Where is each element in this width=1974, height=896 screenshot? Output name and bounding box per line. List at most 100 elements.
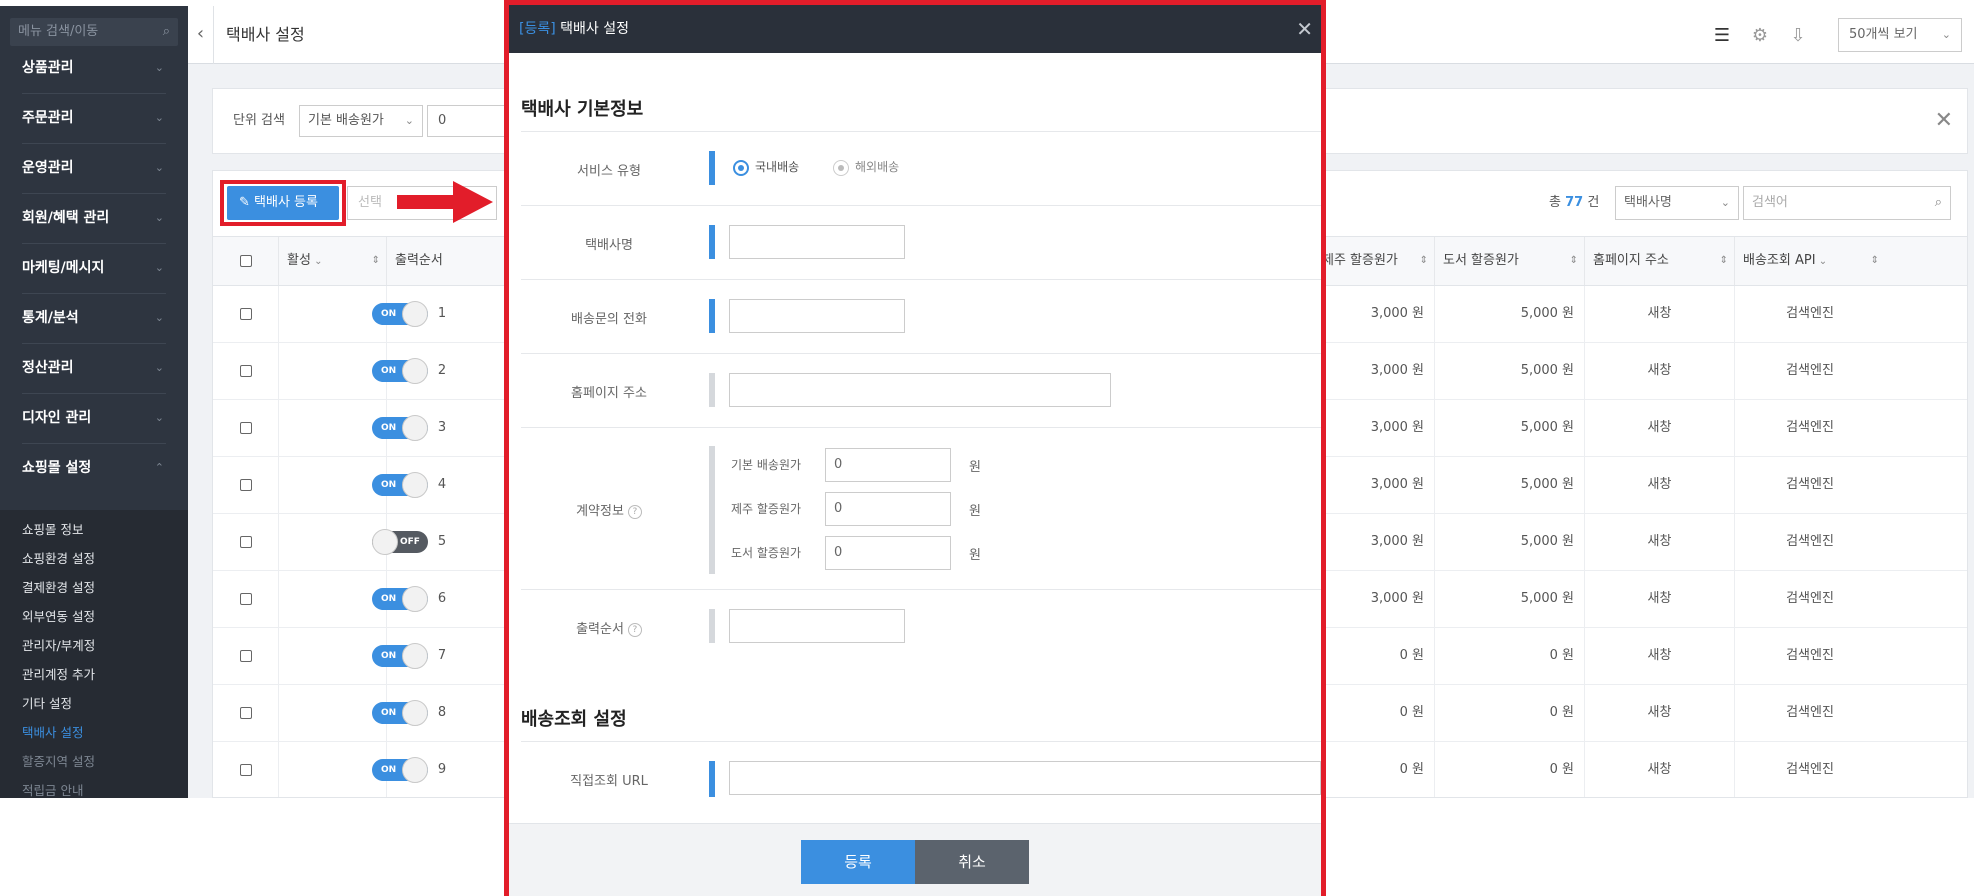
modal-header: [등록] 택배사 설정 ✕ bbox=[509, 5, 1321, 53]
sidebar-item-label: 쇼핑몰 설정 bbox=[22, 460, 92, 476]
contract-jeju-input[interactable]: 0 bbox=[825, 492, 951, 526]
sidebar-item-operations[interactable]: 운영관리 ⌄ bbox=[0, 143, 188, 193]
required-marker bbox=[709, 761, 715, 797]
row-homepage: 홈페이지 주소 bbox=[521, 353, 1321, 427]
phone-input[interactable] bbox=[729, 299, 905, 333]
sidebar-submenu: 쇼핑몰 정보 쇼핑환경 설정 결제환경 설정 외부연동 설정 관리자/부계정 관… bbox=[0, 510, 188, 798]
row-island-cost: 0 원 bbox=[1435, 742, 1585, 797]
sidebar-item-statistics[interactable]: 통계/분석 ⌄ bbox=[0, 293, 188, 343]
header-order[interactable]: 출력순서 bbox=[387, 237, 497, 285]
download-icon[interactable]: ⇩ bbox=[1788, 26, 1808, 46]
row-checkbox[interactable] bbox=[240, 308, 252, 320]
sidebar-item-marketing[interactable]: 마케팅/메시지 ⌄ bbox=[0, 243, 188, 293]
radio-checked-icon bbox=[733, 159, 749, 176]
row-jeju-cost: 3,000 원 bbox=[1313, 400, 1435, 456]
menu-search-input[interactable]: 메뉴 검색/이동 ⌕ bbox=[10, 18, 178, 46]
back-button[interactable]: ‹ bbox=[188, 6, 214, 64]
row-active-cell: ON bbox=[279, 343, 428, 399]
row-checkbox[interactable] bbox=[240, 536, 252, 548]
contract-base-input[interactable]: 0 bbox=[825, 448, 951, 482]
header-tracking[interactable]: 배송조회 API ⌄ ⇕ bbox=[1735, 237, 1885, 285]
header-active[interactable]: 활성 ⌄ ⇕ bbox=[279, 237, 387, 285]
chevron-down-icon: ⌄ bbox=[1720, 196, 1730, 209]
cancel-button[interactable]: 취소 bbox=[915, 840, 1029, 884]
sidebar-item-products[interactable]: 상품관리 ⌄ bbox=[0, 43, 188, 93]
submenu-add-account[interactable]: 관리계정 추가 bbox=[22, 665, 95, 685]
sidebar-item-label: 디자인 관리 bbox=[22, 410, 92, 426]
radio-domestic[interactable]: 국내배송 bbox=[733, 158, 799, 176]
submenu-etc[interactable]: 기타 설정 bbox=[22, 694, 72, 714]
close-icon[interactable]: ✕ bbox=[1296, 5, 1313, 53]
help-icon[interactable]: ? bbox=[627, 622, 642, 637]
submenu-surcharge[interactable]: 할증지역 설정 bbox=[22, 752, 95, 772]
submenu-admin[interactable]: 관리자/부계정 bbox=[22, 636, 95, 656]
sidebar-item-members[interactable]: 회원/혜택 관리 ⌄ bbox=[0, 193, 188, 243]
submenu-points[interactable]: 적립금 안내 bbox=[22, 781, 83, 801]
row-checkbox[interactable] bbox=[240, 365, 252, 377]
search-field-select[interactable]: 택배사명 ⌄ bbox=[1615, 186, 1739, 220]
row-jeju-cost: 0 원 bbox=[1313, 685, 1435, 741]
highlight-box bbox=[220, 180, 346, 226]
row-checkbox-cell bbox=[213, 457, 279, 513]
page-size-select[interactable]: 50개씩 보기 ⌄ bbox=[1838, 18, 1962, 52]
help-icon[interactable]: ? bbox=[627, 504, 642, 519]
submenu-shop-info[interactable]: 쇼핑몰 정보 bbox=[22, 520, 83, 540]
row-jeju-cost: 0 원 bbox=[1313, 628, 1435, 684]
close-icon[interactable]: ✕ bbox=[1935, 89, 1953, 153]
search-input[interactable]: 검색어 ⌕ bbox=[1743, 186, 1951, 220]
row-island-cost: 5,000 원 bbox=[1435, 514, 1585, 570]
sliders-icon[interactable]: ☰ bbox=[1712, 26, 1732, 46]
chevron-down-icon: ⌄ bbox=[154, 161, 164, 174]
header-island[interactable]: 도서 할증원가 ⇕ bbox=[1435, 237, 1585, 285]
row-checkbox[interactable] bbox=[240, 650, 252, 662]
row-homepage[interactable]: 새창 bbox=[1585, 685, 1735, 741]
page-title: 택배사 설정 bbox=[226, 25, 305, 44]
row-checkbox[interactable] bbox=[240, 764, 252, 776]
row-homepage[interactable]: 새창 bbox=[1585, 514, 1735, 570]
sidebar-item-orders[interactable]: 주문관리 ⌄ bbox=[0, 93, 188, 143]
direct-url-input[interactable] bbox=[729, 761, 1321, 795]
sidebar-item-settlement[interactable]: 정산관리 ⌄ bbox=[0, 343, 188, 393]
sidebar-item-shop-settings[interactable]: 쇼핑몰 설정 ⌃ bbox=[0, 443, 188, 493]
search-icon: ⌕ bbox=[162, 24, 170, 39]
row-tracking: 검색엔진 bbox=[1786, 591, 1834, 606]
chevron-down-icon: ⌄ bbox=[154, 411, 164, 424]
gear-icon[interactable]: ⚙ bbox=[1750, 26, 1770, 46]
row-homepage[interactable]: 새창 bbox=[1585, 742, 1735, 797]
homepage-input[interactable] bbox=[729, 373, 1111, 407]
sidebar-item-design[interactable]: 디자인 관리 ⌄ bbox=[0, 393, 188, 443]
submenu-shop-env[interactable]: 쇼핑환경 설정 bbox=[22, 549, 95, 569]
row-order: 1 bbox=[437, 306, 447, 321]
row-homepage[interactable]: 새창 bbox=[1585, 343, 1735, 399]
row-checkbox[interactable] bbox=[240, 422, 252, 434]
row-homepage[interactable]: 새창 bbox=[1585, 286, 1735, 342]
row-checkbox[interactable] bbox=[240, 593, 252, 605]
radio-overseas[interactable]: 해외배송 bbox=[833, 158, 899, 176]
row-checkbox[interactable] bbox=[240, 479, 252, 491]
sort-icon: ⇕ bbox=[371, 255, 380, 266]
contract-label-text: 계약정보 bbox=[576, 504, 624, 519]
row-homepage[interactable]: 새창 bbox=[1585, 457, 1735, 513]
header-jeju[interactable]: 제주 할증원가 ⇕ bbox=[1313, 237, 1435, 285]
courier-name-input[interactable] bbox=[729, 225, 905, 259]
print-order-input[interactable] bbox=[729, 609, 905, 643]
row-homepage[interactable]: 새창 bbox=[1585, 571, 1735, 627]
contract-island-input[interactable]: 0 bbox=[825, 536, 951, 570]
row-checkbox[interactable] bbox=[240, 707, 252, 719]
select-all-checkbox[interactable] bbox=[240, 255, 252, 267]
header-homepage[interactable]: 홈페이지 주소 ⇕ bbox=[1585, 237, 1735, 285]
submenu-courier[interactable]: 택배사 설정 bbox=[22, 723, 83, 743]
chevron-down-icon: ⌄ bbox=[154, 111, 164, 124]
submenu-payment-env[interactable]: 결제환경 설정 bbox=[22, 578, 95, 598]
register-button[interactable]: 등록 bbox=[801, 840, 915, 884]
row-homepage[interactable]: 새창 bbox=[1585, 628, 1735, 684]
row-homepage[interactable]: 새창 bbox=[1585, 400, 1735, 456]
chevron-down-icon: ⌄ bbox=[1941, 28, 1951, 41]
sort-icon: ⇕ bbox=[1719, 255, 1728, 266]
submenu-external[interactable]: 외부연동 설정 bbox=[22, 607, 95, 627]
direct-url-label: 직접조회 URL bbox=[570, 774, 648, 789]
contract-jeju-unit: 원 bbox=[969, 504, 981, 519]
filter-unit-select[interactable]: 기본 배송원가 ⌄ bbox=[299, 105, 423, 137]
chevron-down-icon: ⌄ bbox=[154, 61, 164, 74]
service-type-label: 서비스 유형 bbox=[577, 164, 641, 179]
